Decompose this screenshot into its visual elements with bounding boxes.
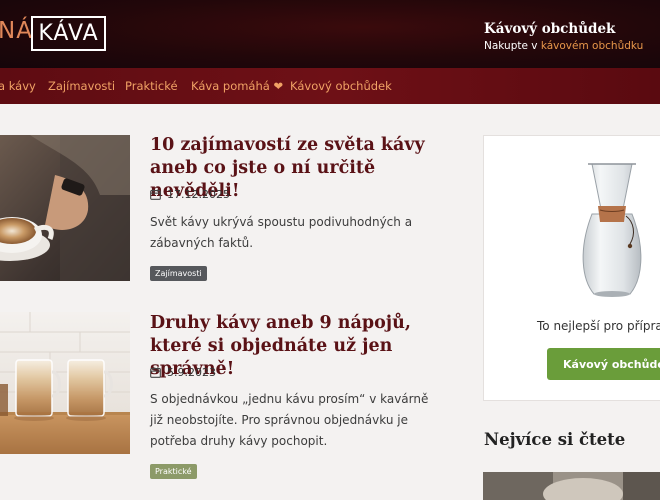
nav-item-prakticke[interactable]: Praktické <box>125 79 178 93</box>
header-shop-link[interactable]: kávovém obchůdku <box>541 40 643 52</box>
header-shop-subtitle: Nakupte v kávovém obchůdku <box>484 40 643 52</box>
article-thumbnail-coffee-glasses[interactable] <box>0 312 130 454</box>
calendar-icon <box>150 367 161 378</box>
header-shop-title[interactable]: Kávový obchůdek <box>484 21 615 37</box>
logo-kava[interactable]: KÁVA <box>31 16 106 51</box>
category-badge[interactable]: Praktické <box>150 464 197 479</box>
article-excerpt: S objednávkou „jednu kávu prosím“ v kavá… <box>150 392 429 448</box>
shop-button[interactable]: Kávový obchůdek <box>547 348 660 380</box>
nav-item-kava-pomaha[interactable]: Káva pomáhá ❤ <box>191 79 283 93</box>
main-nav: a kávy Zajímavosti Praktické Káva pomáhá… <box>0 68 660 104</box>
header-subtitle-prefix: Nakupte v <box>484 40 541 52</box>
article-date: 5.9.2023 <box>150 366 216 379</box>
nav-item-kavovy-obchudek[interactable]: Kávový obchůdek <box>290 79 392 93</box>
chemex-image[interactable] <box>580 160 660 302</box>
article-date: 17.12.2025 <box>150 188 230 201</box>
article-date-text: 17.12.2025 <box>167 188 230 201</box>
page: NÁ KÁVA Kávový obchůdek Nakupte v kávové… <box>0 0 660 500</box>
sidebar-heading-most-read: Nejvíce si čtete <box>484 430 626 449</box>
calendar-icon <box>150 189 161 200</box>
nav-item-zajimavosti[interactable]: Zajímavosti <box>48 79 115 93</box>
site-header: NÁ KÁVA Kávový obchůdek Nakupte v kávové… <box>0 0 660 68</box>
nav-item-druhy-kavy[interactable]: a kávy <box>0 79 36 93</box>
article-excerpt: Svět kávy ukrývá spoustu podivuhodných a… <box>150 215 413 250</box>
article-thumbnail-latte[interactable] <box>0 135 130 281</box>
logo-text-partial[interactable]: NÁ <box>0 18 33 44</box>
category-badge[interactable]: Zajímavosti <box>150 266 207 281</box>
article-date-text: 5.9.2023 <box>167 366 216 379</box>
sidebar-promo-text: To nejlepší pro příprav <box>537 319 660 333</box>
sidebar-article-thumbnail[interactable] <box>483 472 660 500</box>
